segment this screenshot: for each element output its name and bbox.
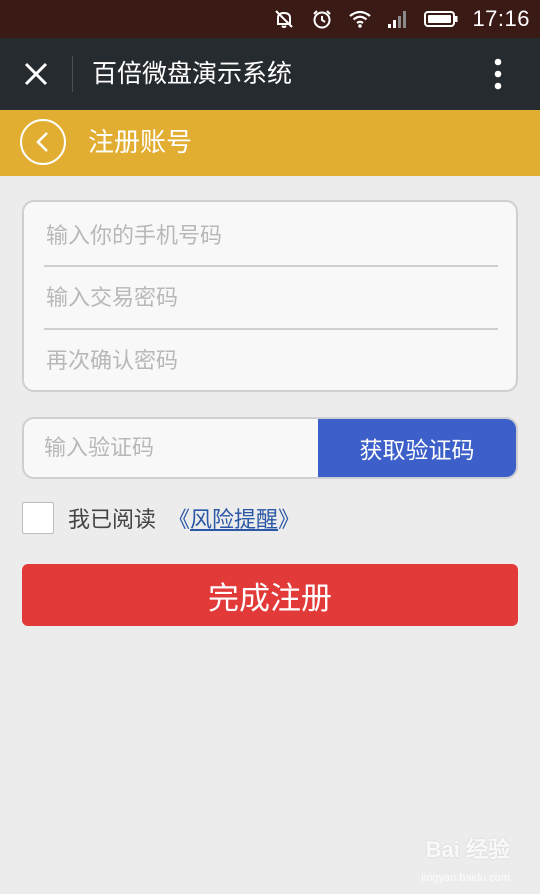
risk-notice-link[interactable]: 《风险提醒》 <box>168 502 300 534</box>
app-title: 百倍微盘演示系统 <box>92 59 293 88</box>
alarm-icon <box>310 7 334 31</box>
wifi-icon <box>348 7 372 31</box>
phone-input[interactable] <box>46 205 498 267</box>
agreement-text: 我已阅读 <box>68 508 157 533</box>
app-bar: 百倍微盘演示系统 <box>0 38 540 110</box>
risk-notice-label: 风险提醒 <box>190 508 279 533</box>
registration-form <box>22 200 518 392</box>
status-time: 17:16 <box>472 6 530 31</box>
app-bar-divider <box>72 56 73 92</box>
link-close-bracket: 》 <box>278 508 301 533</box>
verification-row: 获取验证码 <box>22 417 518 479</box>
link-open-bracket: 《 <box>168 508 191 533</box>
signal-icon <box>386 7 410 31</box>
back-button[interactable] <box>20 119 66 165</box>
close-icon <box>24 62 48 86</box>
complete-registration-button[interactable]: 完成注册 <box>22 564 518 626</box>
status-bar: 17:16 <box>0 0 540 38</box>
watermark-url: jingyan.baidu.com <box>421 872 510 884</box>
agree-checkbox[interactable] <box>22 502 54 534</box>
battery-icon <box>424 7 458 31</box>
get-code-button[interactable]: 获取验证码 <box>318 419 516 477</box>
watermark-text: Bai 经验 <box>425 837 510 862</box>
chevron-left-icon <box>36 132 48 152</box>
close-button[interactable] <box>14 52 58 96</box>
trade-password-input[interactable] <box>46 267 498 329</box>
confirm-password-input[interactable] <box>46 330 498 392</box>
more-menu-button[interactable] <box>476 52 520 96</box>
verification-code-input[interactable] <box>44 419 314 477</box>
page-header: 注册账号 <box>0 110 540 176</box>
more-vertical-icon <box>494 58 502 90</box>
watermark-logo: Bai 经验 <box>426 832 510 864</box>
notifications-muted-icon <box>272 7 296 31</box>
page-title: 注册账号 <box>88 128 193 158</box>
agreement-row: 我已阅读 《风险提醒》 <box>22 500 300 536</box>
